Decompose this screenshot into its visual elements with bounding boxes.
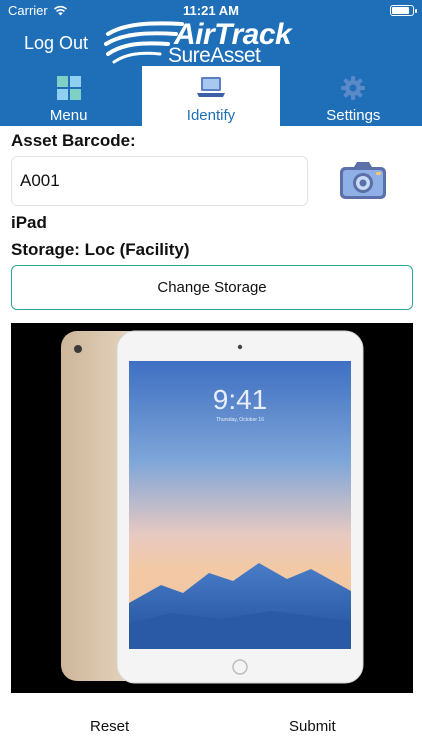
camera-icon[interactable] — [339, 162, 387, 200]
tab-identify-label: Identify — [186, 107, 236, 124]
tab-menu-label: Menu — [49, 107, 88, 124]
tab-identify[interactable]: Identify — [142, 66, 280, 126]
reset-button[interactable]: Reset — [90, 718, 129, 735]
tab-settings-label: Settings — [326, 107, 381, 124]
laptop-icon — [196, 77, 225, 97]
app-logo: AirTrack SureAsset — [104, 18, 304, 67]
logout-button[interactable]: Log Out — [24, 33, 88, 54]
app-header: Carrier 11:21 AM Log Out AirTrack SureAs… — [0, 0, 422, 67]
logo-line2: SureAsset — [168, 44, 261, 67]
asset-photo: 9:41 Thursday, October 16 — [11, 323, 413, 693]
tab-settings[interactable]: Settings — [285, 66, 422, 126]
asset-name: iPad — [11, 213, 47, 232]
tab-bar: Menu Identify Settings — [0, 66, 422, 126]
status-time: 11:21 AM — [183, 3, 239, 18]
ipad-image: 9:41 Thursday, October 16 — [11, 323, 413, 693]
device-date: Thursday, October 16 — [216, 417, 264, 423]
storage-text: Storage: Loc (Facility) — [11, 240, 190, 259]
device-time: 9:41 — [213, 384, 268, 415]
submit-button[interactable]: Submit — [289, 718, 336, 735]
barcode-label: Asset Barcode: — [11, 131, 136, 150]
gear-icon — [341, 76, 366, 100]
change-storage-button[interactable]: Change Storage — [11, 265, 413, 310]
battery-icon — [390, 5, 417, 16]
barcode-input[interactable] — [11, 156, 308, 206]
tab-menu[interactable]: Menu — [0, 66, 137, 126]
grid-icon — [56, 76, 81, 100]
